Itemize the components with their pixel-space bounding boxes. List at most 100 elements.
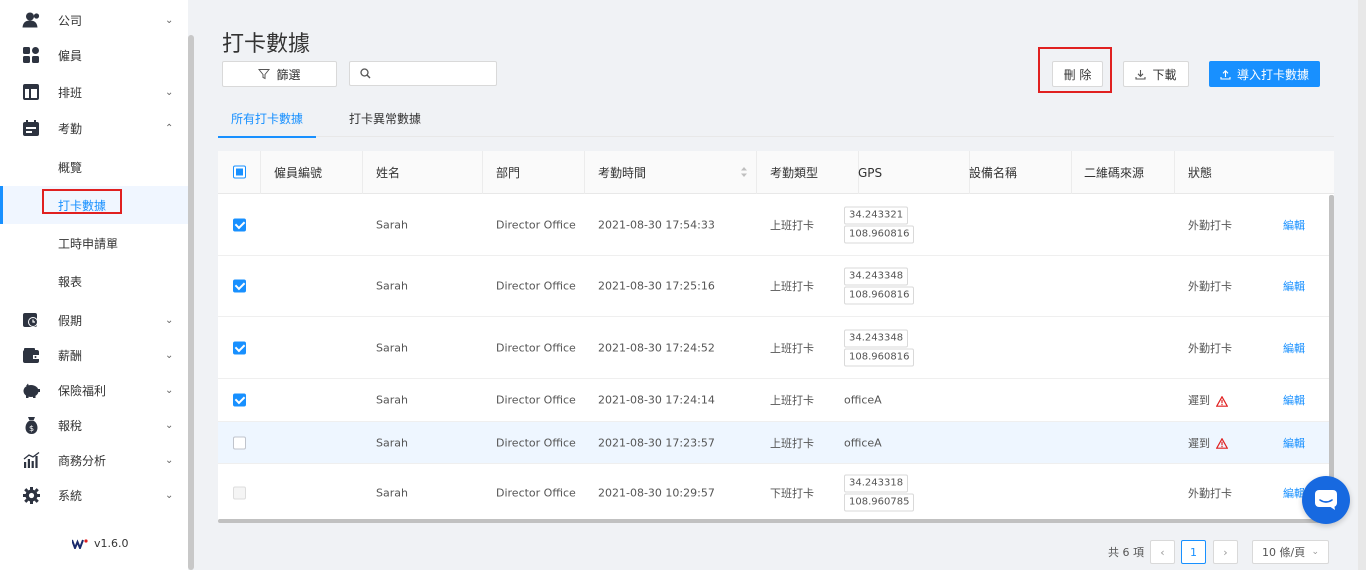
search-box[interactable]: [349, 61, 497, 86]
row-checkbox: [233, 486, 246, 499]
edit-link[interactable]: 編輯: [1283, 278, 1305, 294]
status-text: 外勤打卡: [1188, 219, 1232, 232]
table-row[interactable]: Sarah Director Office 2021-08-30 17:54:33 上…: [218, 195, 1334, 256]
cell-attendance-time: 2021-08-30 17:54:33: [598, 218, 715, 232]
chevron-icon: ⌄: [165, 384, 174, 396]
cell-name: Sarah: [376, 393, 408, 407]
column-divider[interactable]: [1174, 151, 1175, 194]
column-header: GPS: [858, 165, 883, 180]
column-divider[interactable]: [362, 151, 363, 194]
status-text: 外勤打卡: [1188, 280, 1232, 293]
sidebar-item-7[interactable]: $ 報稅 ⌄: [0, 407, 188, 443]
cell-gps: 34.243348 108.960816: [844, 267, 915, 306]
page-1-button[interactable]: 1: [1181, 540, 1206, 564]
sidebar-item-0[interactable]: 公司 ⌄: [0, 2, 188, 38]
tab-all-punch-data[interactable]: 所有打卡數據: [217, 100, 317, 138]
sidebar-item-label: 排班: [58, 85, 83, 100]
page-scrollbar[interactable]: [1358, 0, 1366, 570]
download-button[interactable]: 下載: [1123, 61, 1189, 87]
chat-support-button[interactable]: [1302, 476, 1350, 524]
column-divider[interactable]: [260, 151, 261, 194]
sidebar: 公司 ⌄ 僱員 排班 ⌄ 考勤 ⌃ 假期 ⌄ 薪酬 ⌄ 保險福利 ⌄ $ 報稅 ⌄ 商務分析 ⌄ 系統 ⌄ 概覽 打卡數據…: [0, 0, 188, 570]
edit-link[interactable]: 編輯: [1283, 340, 1305, 356]
cell-gps: 34.243321 108.960816: [844, 206, 915, 245]
cell-department: Director Office: [496, 436, 576, 449]
filter-button[interactable]: 篩選: [222, 61, 337, 87]
chevron-icon: ⌄: [165, 349, 174, 361]
status-text: 遲到: [1188, 394, 1210, 407]
sidebar-item-4[interactable]: 假期 ⌄: [0, 302, 188, 338]
column-header[interactable]: 考勤時間: [598, 151, 646, 194]
table-header: 僱員編號 姓名 部門 考勤時間 考勤類型 GPS 設備名稱 二維碼來源 狀態: [218, 151, 1334, 194]
column-divider[interactable]: [756, 151, 757, 194]
edit-link[interactable]: 編輯: [1283, 392, 1305, 408]
table-row[interactable]: Sarah Director Office 2021-08-30 10:29:57 下…: [218, 464, 1334, 522]
row-checkbox[interactable]: [233, 218, 246, 232]
piggy-bank-icon: [22, 381, 40, 399]
cell-department: Director Office: [496, 279, 576, 293]
sort-icon[interactable]: [740, 166, 748, 181]
search-input[interactable]: [376, 64, 492, 83]
row-checkbox[interactable]: [233, 393, 246, 407]
import-data-button[interactable]: 導入打卡數據: [1209, 61, 1320, 87]
row-checkbox[interactable]: [233, 279, 246, 293]
app-version: v1.6.0: [72, 537, 129, 550]
column-header: 設備名稱: [969, 166, 1018, 180]
sidebar-subitem-3[interactable]: 報表: [0, 262, 188, 300]
cell-department: Director Office: [496, 218, 576, 232]
cell-status: 遲到: [1188, 392, 1228, 408]
sidebar-subitem-0[interactable]: 概覽: [0, 148, 188, 186]
cell-attendance-type: 上班打卡: [770, 341, 814, 355]
table-row[interactable]: Sarah Director Office 2021-08-30 17:24:52 上…: [218, 317, 1334, 379]
status-text: 外勤打卡: [1188, 486, 1232, 500]
column-header: 狀態: [1188, 166, 1213, 180]
row-checkbox[interactable]: [233, 341, 246, 354]
cell-attendance-type: 上班打卡: [770, 219, 814, 232]
column-divider[interactable]: [584, 151, 585, 194]
table-row[interactable]: Sarah Director Office 2021-08-30 17:23:57 上…: [218, 422, 1334, 464]
sidebar-item-6[interactable]: 保險福利 ⌄: [0, 372, 188, 408]
table-row[interactable]: Sarah Director Office 2021-08-30 17:24:14 上…: [218, 379, 1334, 422]
delete-button[interactable]: 刪 除: [1052, 61, 1103, 87]
cell-status: 外勤打卡: [1188, 485, 1232, 501]
sidebar-item-9[interactable]: 系統 ⌄: [0, 477, 188, 513]
sidebar-item-label: 保險福利: [58, 383, 107, 398]
table-row[interactable]: Sarah Director Office 2021-08-30 17:25:16 上…: [218, 256, 1334, 317]
sidebar-item-8[interactable]: 商務分析 ⌄: [0, 442, 188, 478]
cell-name: Sarah: [376, 218, 408, 232]
edit-link[interactable]: 編輯: [1283, 217, 1305, 233]
sidebar-item-1[interactable]: 僱員: [0, 37, 188, 73]
bar-chart-icon: [22, 451, 40, 469]
sidebar-subitem-2[interactable]: 工時申請單: [0, 224, 188, 262]
select-all-checkbox[interactable]: [233, 165, 246, 179]
chevron-down-icon: ⌄: [1311, 547, 1319, 557]
row-checkbox[interactable]: [233, 436, 246, 449]
warning-icon: [1216, 395, 1228, 407]
edit-link[interactable]: 編輯: [1283, 435, 1305, 451]
column-header: 部門: [496, 166, 521, 180]
warning-icon: [1216, 438, 1228, 449]
punch-data-table: 僱員編號 姓名 部門 考勤時間 考勤類型 GPS 設備名稱 二維碼來源 狀態 Sarah Dire…: [218, 151, 1334, 522]
table-horizontal-scrollbar[interactable]: [218, 519, 1329, 523]
page-size-select[interactable]: 10 條/頁 ⌄: [1252, 540, 1329, 564]
upload-icon: [1220, 69, 1231, 80]
sidebar-item-label: 系統: [58, 488, 83, 503]
sidebar-item-5[interactable]: 薪酬 ⌄: [0, 337, 188, 373]
column-divider[interactable]: [482, 151, 483, 194]
prev-page-button[interactable]: ‹: [1150, 540, 1175, 564]
table-vertical-scrollbar[interactable]: [1329, 195, 1334, 522]
sidebar-scrollbar[interactable]: [188, 35, 194, 570]
version-text: v1.6.0: [94, 537, 129, 550]
chevron-icon: ⌃: [165, 122, 174, 134]
sidebar-item-3[interactable]: 考勤 ⌃: [0, 110, 188, 146]
tab-abnormal-punch-data[interactable]: 打卡異常數據: [349, 100, 421, 137]
wallet-icon: [22, 346, 40, 364]
sidebar-item-label: 假期: [58, 313, 83, 328]
cell-department: Director Office: [496, 393, 576, 407]
column-divider[interactable]: [1071, 151, 1072, 194]
next-page-button[interactable]: ›: [1213, 540, 1238, 564]
gps-location: officeA: [844, 393, 882, 407]
user-icon: [22, 11, 40, 29]
chevron-icon: ⌄: [165, 314, 174, 326]
sidebar-item-2[interactable]: 排班 ⌄: [0, 74, 188, 110]
